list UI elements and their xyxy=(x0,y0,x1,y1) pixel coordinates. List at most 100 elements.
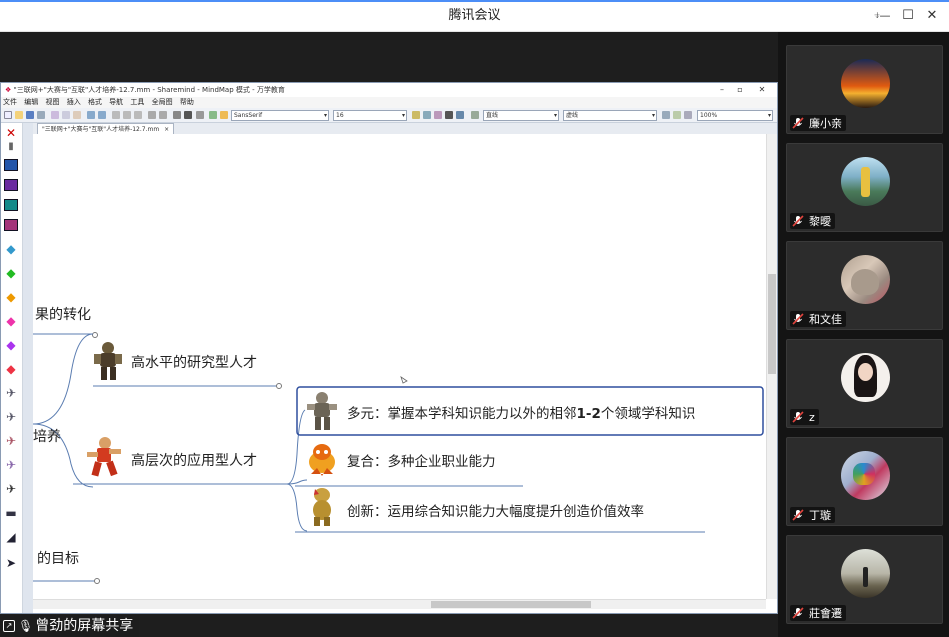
menu-global-map[interactable]: 全局图 xyxy=(152,98,173,106)
video-pink-icon[interactable] xyxy=(3,217,19,232)
document-tab-close-icon[interactable]: × xyxy=(164,126,169,133)
fold-icon[interactable] xyxy=(148,111,156,119)
tank-icon[interactable]: ▬ xyxy=(3,505,19,520)
menu-edit[interactable]: 编辑 xyxy=(24,98,38,106)
helicopter-icon[interactable]: ✈ xyxy=(3,481,19,496)
gem-violet-icon[interactable]: ◆ xyxy=(3,337,19,352)
meeting-title: 腾讯会议 xyxy=(448,8,501,23)
node-partial-mid[interactable]: 培养 xyxy=(33,426,61,446)
image-icon[interactable] xyxy=(434,111,442,119)
save-icon[interactable] xyxy=(26,111,34,119)
document-tab[interactable]: "三联网+"大赛与"互联"人才培养-12.7.mm × xyxy=(37,123,175,134)
menu-view[interactable]: 视图 xyxy=(45,98,59,106)
remove-icon-icon[interactable]: ✕ xyxy=(3,125,19,140)
fighter-icon[interactable]: ✈ xyxy=(3,409,19,424)
mindmap-canvas[interactable]: 果的转化 培养 的目标 高水平的研究型人才 高层次的应用型人才 多元：掌握本学科… xyxy=(33,134,766,599)
maximize-button[interactable]: ☐ xyxy=(897,6,919,26)
minimize-button[interactable]: — xyxy=(874,6,896,26)
strike-icon[interactable] xyxy=(196,111,204,119)
undo-icon[interactable] xyxy=(87,111,95,119)
canvas-horizontal-scrollbar[interactable] xyxy=(33,599,766,609)
gem-blue-icon[interactable]: ◆ xyxy=(3,241,19,256)
participant-tile[interactable]: 和文佳 xyxy=(786,241,943,330)
node-partial-bottom[interactable]: 的目标 xyxy=(37,548,79,568)
mindmap-minimize-button[interactable]: – xyxy=(713,83,731,97)
edge-color-icon[interactable] xyxy=(412,111,420,119)
link-icon[interactable] xyxy=(112,111,120,119)
missile-icon[interactable]: ◢ xyxy=(3,529,19,544)
node-color-icon[interactable] xyxy=(209,111,217,119)
filter-icon[interactable] xyxy=(456,111,464,119)
paste-icon[interactable] xyxy=(73,111,81,119)
participant-tile[interactable]: z xyxy=(786,339,943,428)
trash-icon[interactable]: ▮ xyxy=(3,139,19,154)
fit-icon[interactable] xyxy=(684,111,692,119)
copy-icon[interactable] xyxy=(62,111,70,119)
menu-tools[interactable]: 工具 xyxy=(130,98,144,106)
menu-format[interactable]: 格式 xyxy=(88,98,102,106)
fold-circle-research xyxy=(276,383,282,389)
jet-icon[interactable]: ✈ xyxy=(3,385,19,400)
line-style-select[interactable]: 直线 xyxy=(483,110,559,121)
mindmap-maximize-button[interactable]: ▫ xyxy=(731,83,749,97)
gem-orange-icon[interactable]: ◆ xyxy=(3,289,19,304)
vertical-scroll-thumb[interactable] xyxy=(768,274,776,374)
canvas-vertical-scrollbar[interactable] xyxy=(766,134,777,599)
node-applied-talent[interactable]: 高层次的应用型人才 xyxy=(131,450,257,470)
open-folder-icon[interactable] xyxy=(15,111,23,119)
video-purple-icon[interactable] xyxy=(3,177,19,192)
italic-icon[interactable] xyxy=(173,111,181,119)
zoom-select[interactable]: 100% xyxy=(697,110,773,121)
unfold-icon[interactable] xyxy=(159,111,167,119)
bold-icon[interactable] xyxy=(184,111,192,119)
redo-icon[interactable] xyxy=(98,111,106,119)
menu-insert[interactable]: 插入 xyxy=(67,98,81,106)
node-sub-multi-text: 多元：掌握本学科知识能力以外的相邻 xyxy=(347,406,577,422)
tencent-meeting-app: 腾讯会议 ⍖ — ☐ ✕ ❖ "三联网+"大赛与"互联"人才培养-12.7.mm… xyxy=(0,0,949,637)
mic-muted-icon xyxy=(792,117,804,129)
participant-tile[interactable]: 丁璇 xyxy=(786,437,943,526)
node-sub-composite[interactable]: 复合：多种企业职业能力 xyxy=(347,450,496,470)
zoom-out-icon[interactable] xyxy=(134,111,142,119)
export-icon[interactable] xyxy=(662,111,670,119)
zoom-in-icon[interactable] xyxy=(123,111,131,119)
menu-file[interactable]: 文件 xyxy=(3,98,17,106)
gem-red-icon[interactable]: ◆ xyxy=(3,361,19,376)
horizontal-scroll-thumb[interactable] xyxy=(431,601,591,608)
edge-style-select[interactable]: 虚线 xyxy=(563,110,657,121)
document-tab-label: "三联网+"大赛与"互联"人才培养-12.7.mm xyxy=(42,126,160,133)
close-button[interactable]: ✕ xyxy=(921,6,943,26)
flame-monster-icon xyxy=(309,444,335,476)
layout-icon[interactable] xyxy=(673,111,681,119)
menu-navigate[interactable]: 导航 xyxy=(109,98,123,106)
font-size-select[interactable]: 16 xyxy=(333,110,407,121)
grid-icon[interactable] xyxy=(445,111,453,119)
screen-share-label: ↗ 🎙 曾劲的屏幕共享 xyxy=(0,615,140,637)
node-partial-top[interactable]: 果的转化 xyxy=(35,304,91,324)
gem-green-icon[interactable]: ◆ xyxy=(3,265,19,280)
mic-icon: 🎙 xyxy=(18,619,34,633)
new-file-icon[interactable] xyxy=(4,111,12,119)
video-blue-icon[interactable] xyxy=(3,157,19,172)
arrow-cursor-icon[interactable]: ➤ xyxy=(3,555,19,570)
stealth-icon[interactable]: ✈ xyxy=(3,457,19,472)
cloud-icon[interactable] xyxy=(423,111,431,119)
node-sub-multi[interactable]: 多元：掌握本学科知识能力以外的相邻1-2个领域学科知识 xyxy=(347,402,695,422)
participant-name-bar: 和文佳 xyxy=(790,311,846,327)
cut-icon[interactable] xyxy=(51,111,59,119)
line-style-icon[interactable] xyxy=(471,111,479,119)
style-icon[interactable] xyxy=(220,111,228,119)
gem-magenta-icon[interactable]: ◆ xyxy=(3,313,19,328)
share-screen-icon: ↗ xyxy=(3,620,15,632)
font-family-select[interactable]: SansSerif xyxy=(231,110,329,121)
node-sub-innovation[interactable]: 创新：运用综合知识能力大幅度提升创造价值效率 xyxy=(347,500,644,520)
video-teal-icon[interactable] xyxy=(3,197,19,212)
participant-tile[interactable]: 黎曖 xyxy=(786,143,943,232)
menu-help[interactable]: 帮助 xyxy=(180,98,194,106)
mindmap-close-button[interactable]: ✕ xyxy=(753,83,771,97)
node-research-talent[interactable]: 高水平的研究型人才 xyxy=(131,352,257,372)
participant-tile[interactable]: 莊會遷 xyxy=(786,535,943,624)
bomber-icon[interactable]: ✈ xyxy=(3,433,19,448)
print-icon[interactable] xyxy=(37,111,45,119)
participant-tile[interactable]: 廉小亲 xyxy=(786,45,943,134)
